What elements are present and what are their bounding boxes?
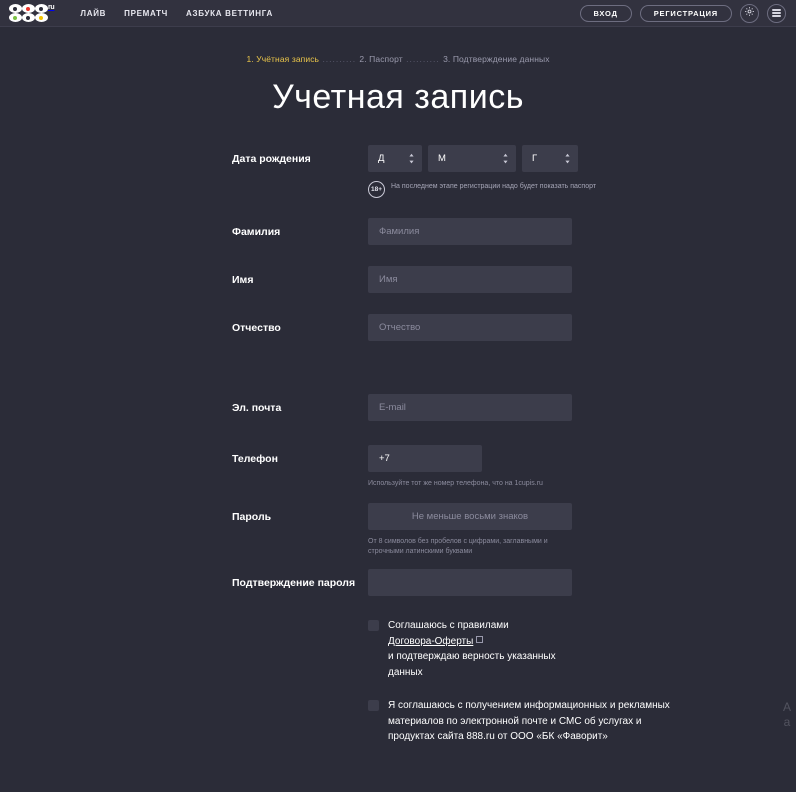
label-firstname: Имя [232,273,254,286]
step-3-confirmation[interactable]: 3. Подтверждение данных [443,54,549,64]
field-row-phone: Телефон Используйте тот же номер телефон… [0,445,796,489]
agree-marketing-text: Я соглашаюсь с получением информационных… [388,700,670,743]
site-header: ru ЛАЙВ ПРЕМАТЧ АЗБУКА ВЕТТИНГА ВХОД РЕГ… [0,0,796,27]
label-email: Эл. почта [232,401,282,414]
phone-hint: Используйте тот же номер телефона, что н… [368,480,543,487]
password-hint: От 8 символов без пробелов с цифрами, за… [368,538,548,556]
agreement-offer-row[interactable]: Соглашаюсь с правилами Договора-Оферты и… [368,618,796,680]
nav-live[interactable]: ЛАЙВ [80,9,106,18]
lastname-input[interactable] [368,218,572,245]
site-logo[interactable]: ru [8,4,55,22]
age-18-plus-icon: 18+ [368,181,385,198]
register-button[interactable]: РЕГИСТРАЦИЯ [639,4,732,22]
logo-eight-1 [8,4,22,22]
step-separator-1: .......... [319,54,360,64]
field-row-password: Пароль От 8 символов без пробелов с цифр… [0,503,796,557]
field-row-patronymic: Отчество [0,314,796,341]
external-link-icon [476,635,484,643]
dob-month-value: М [438,153,446,164]
logo-suffix: ru [48,4,55,11]
field-row-password-confirm: Подтверждение пароля [0,569,796,597]
agree-offer-line2: и подтверждаю верность указанных [388,651,556,663]
label-lastname: Фамилия [232,225,281,238]
chevron-updown-icon [564,153,571,164]
logo-eight-3 [34,4,48,22]
dob-year-value: Г [532,153,538,164]
step-1-account[interactable]: 1. Учётная запись [246,54,319,64]
hamburger-menu-icon [772,9,781,17]
label-password: Пароль [232,511,272,524]
offer-contract-link[interactable]: Договора-Оферты [388,636,473,647]
header-actions: ВХОД РЕГИСТРАЦИЯ [579,3,786,23]
label-phone: Телефон [232,453,278,465]
agree-marketing-checkbox[interactable] [368,700,379,712]
password-confirm-input[interactable] [368,569,572,597]
patronymic-input[interactable] [368,314,572,341]
login-button[interactable]: ВХОД [579,4,632,22]
dob-day-value: Д [378,153,385,164]
agree-offer-line3: данных [388,666,423,678]
dob-month-select[interactable]: М [428,145,516,172]
edge-floating-widget[interactable]: Aa [778,700,796,770]
chevron-updown-icon [408,153,415,164]
registration-steps: 1. Учётная запись .......... 2. Паспорт … [0,54,796,64]
label-patronymic: Отчество [232,321,281,334]
field-row-lastname: Фамилия [0,218,796,245]
agreement-marketing-row[interactable]: Я соглашаюсь с получением информационных… [368,698,796,745]
dob-day-select[interactable]: Д [368,145,422,172]
chevron-updown-icon [502,153,509,164]
email-input[interactable] [368,394,572,421]
logo-digits [8,4,48,22]
page-title: Учетная запись [272,78,524,116]
label-password-confirm: Подтверждение пароля [232,576,356,589]
age-restriction-note: 18+ На последнем этапе регистрации надо … [368,181,596,198]
settings-button[interactable] [740,3,759,23]
label-dob: Дата рождения [232,153,311,165]
password-input[interactable] [368,503,572,531]
step-separator-2: .......... [402,54,444,64]
agree-offer-line1: Соглашаюсь с правилами [388,620,509,632]
phone-input[interactable] [368,445,482,472]
step-2-passport[interactable]: 2. Паспорт [359,54,402,64]
gear-icon [744,4,755,22]
nav-prematch[interactable]: ПРЕМАТЧ [124,9,168,18]
dob-group: Д М Г 18+ На последнем этапе регистрации… [368,145,596,198]
registration-form: Дата рождения Д М Г 18+ На последнем эта… [0,145,796,597]
menu-button[interactable] [767,3,786,23]
firstname-input[interactable] [368,266,572,293]
field-row-dob: Дата рождения Д М Г 18+ На последнем эта… [0,145,796,198]
dob-year-select[interactable]: Г [522,145,578,172]
main-nav: ЛАЙВ ПРЕМАТЧ АЗБУКА ВЕТТИНГА [80,9,273,18]
field-row-email: Эл. почта [0,394,796,421]
field-row-firstname: Имя [0,266,796,293]
agree-offer-checkbox[interactable] [368,620,379,632]
age-note-text: На последнем этапе регистрации надо буде… [391,183,597,190]
agree-offer-text: Соглашаюсь с правилами Договора-Оферты и… [388,618,556,680]
agreements-section: Соглашаюсь с правилами Договора-Оферты и… [0,618,796,745]
nav-betting-abc[interactable]: АЗБУКА ВЕТТИНГА [186,9,273,18]
logo-eight-2 [21,4,35,22]
